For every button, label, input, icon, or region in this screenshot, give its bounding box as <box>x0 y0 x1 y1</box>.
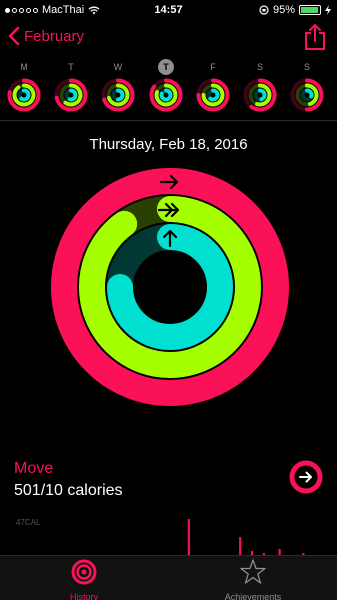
day-0[interactable]: M <box>4 58 44 117</box>
nav-bar: February <box>0 24 337 54</box>
move-title: Move <box>14 460 54 477</box>
tab-bar: History Achievements <box>0 555 337 600</box>
mini-activity-ring <box>243 78 277 112</box>
share-icon[interactable] <box>303 24 327 50</box>
mini-activity-ring <box>149 78 183 112</box>
divider <box>0 120 337 121</box>
chart-bar <box>239 537 242 557</box>
day-3[interactable]: T <box>146 58 186 117</box>
chart-bar <box>187 519 190 557</box>
day-label: T <box>68 62 74 72</box>
mini-activity-ring <box>101 78 135 112</box>
chevron-left-icon <box>8 26 20 46</box>
tab-history[interactable]: History <box>0 559 168 600</box>
back-button[interactable]: February <box>8 26 84 46</box>
charging-icon <box>325 5 331 15</box>
stand-ring <box>107 224 233 350</box>
day-4[interactable]: F <box>193 58 233 117</box>
mini-activity-ring <box>7 78 41 112</box>
arrow-right-icon <box>299 471 312 483</box>
status-bar: MacThai 14:57 95% <box>0 0 337 20</box>
day-label: F <box>210 62 216 72</box>
rotation-lock-icon <box>259 5 269 15</box>
tab-achievements[interactable]: Achievements <box>169 559 337 600</box>
mini-activity-ring <box>290 78 324 112</box>
day-label: W <box>113 62 123 72</box>
day-label: S <box>256 62 263 72</box>
day-label: M <box>20 62 28 72</box>
chart-label: 47CAL <box>16 518 41 527</box>
page-title: Thursday, Feb 18, 2016 <box>89 136 248 153</box>
day-2[interactable]: W <box>98 58 138 117</box>
mini-activity-ring <box>196 78 230 112</box>
mini-activity-ring <box>54 78 88 112</box>
move-section: Move 501/10 calories 47CAL <box>0 440 337 557</box>
activity-rings[interactable] <box>48 165 292 409</box>
day-6[interactable]: S <box>287 58 327 117</box>
back-label: February <box>24 27 85 45</box>
battery-percent: 95% <box>272 4 295 16</box>
week-strip: MTWTFSS <box>0 58 337 120</box>
tab-achievements-label: Achievements <box>224 592 282 600</box>
tab-history-label: History <box>69 592 98 600</box>
status-right: 95% <box>259 4 331 16</box>
history-rings-icon <box>71 559 97 585</box>
move-chart: 47CAL <box>14 512 322 557</box>
day-5[interactable]: S <box>240 58 280 117</box>
star-achievement-icon <box>240 559 266 584</box>
battery-icon <box>299 5 321 15</box>
day-label: S <box>303 62 310 72</box>
move-value: 501/10 calories <box>14 482 123 499</box>
move-details-button[interactable] <box>289 460 323 494</box>
day-1[interactable]: T <box>51 58 91 117</box>
day-label: T <box>158 59 174 75</box>
